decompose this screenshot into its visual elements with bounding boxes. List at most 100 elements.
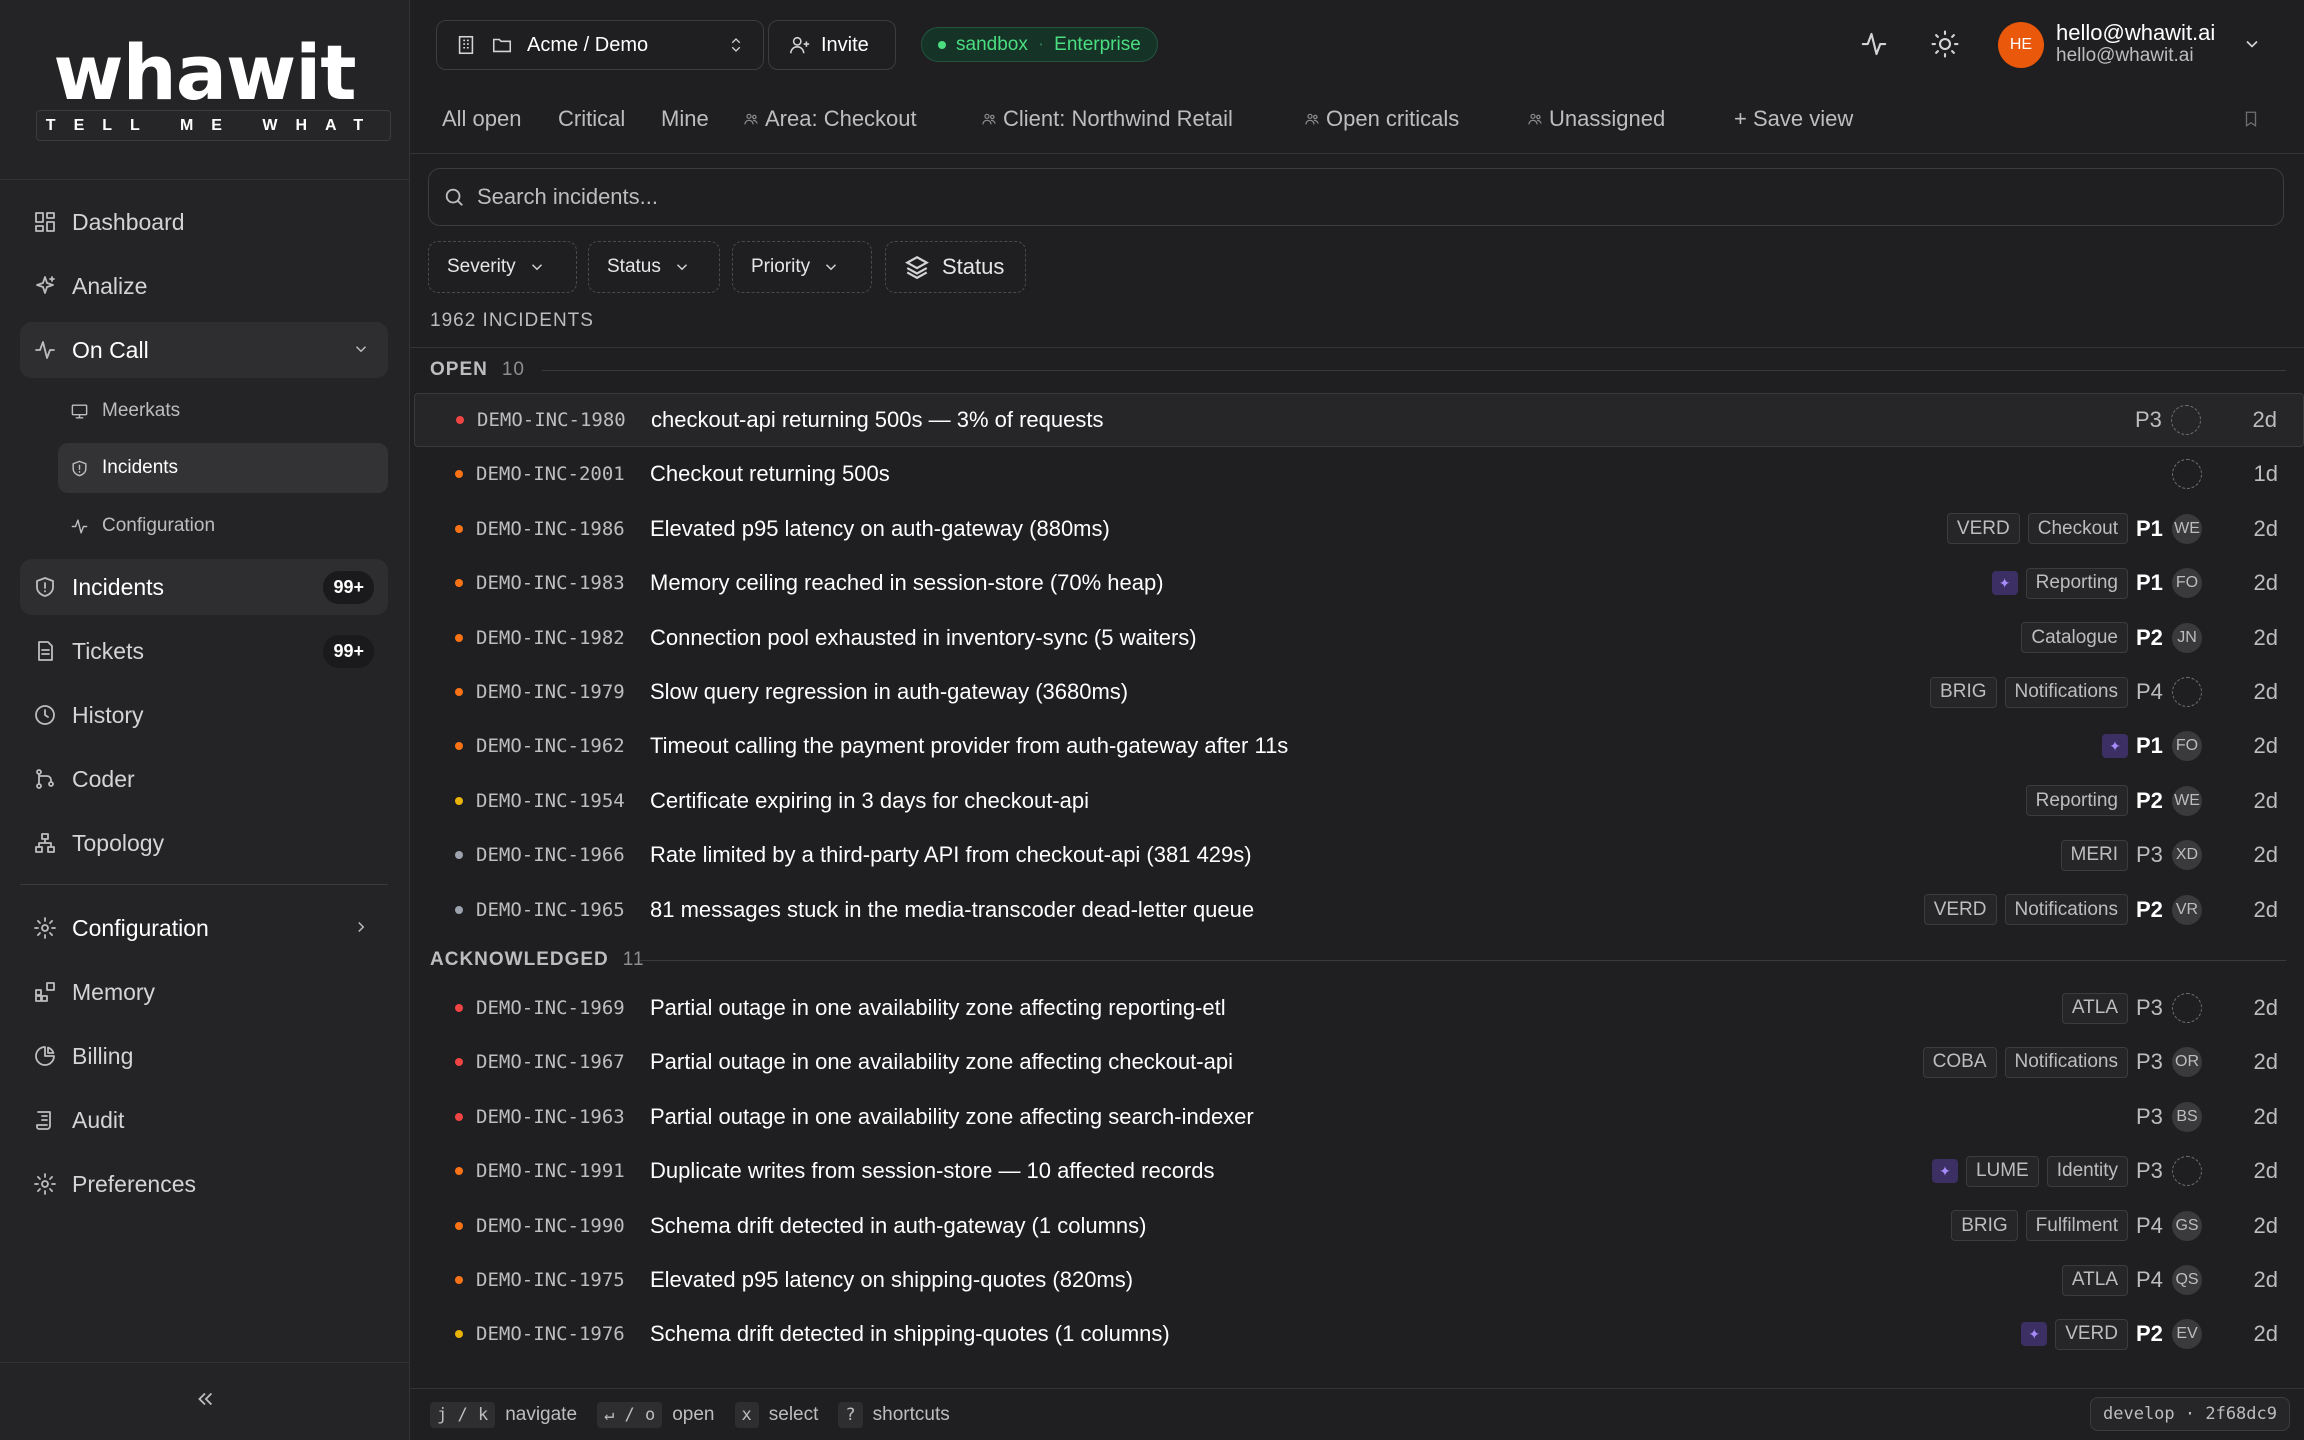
sidebar-subitem-meerkats[interactable]: Meerkats	[58, 386, 388, 436]
severity-dot	[455, 905, 463, 914]
unassigned-avatar[interactable]	[2172, 993, 2202, 1023]
incident-row[interactable]: DEMO-INC-2001 Checkout returning 500s 1d	[414, 447, 2304, 501]
assignee-avatar[interactable]: XD	[2172, 840, 2202, 871]
filter-priority[interactable]: Priority	[732, 241, 872, 293]
incident-row[interactable]: DEMO-INC-1991 Duplicate writes from sessi…	[414, 1144, 2304, 1198]
shield-icon	[32, 574, 58, 600]
incident-row[interactable]: DEMO-INC-1965 81 messages stuck in the me…	[414, 883, 2304, 937]
sidebar-item-preferences[interactable]: Preferences	[20, 1156, 388, 1212]
main-panel: Acme / Demo Invite sandbox · Enterprise …	[410, 0, 2304, 1440]
assignee-avatar[interactable]: JN	[2172, 622, 2202, 653]
unassigned-avatar[interactable]	[2172, 677, 2202, 707]
sidebar-item-analize[interactable]: Analize	[20, 258, 388, 314]
sidebar-item-coder[interactable]: Coder	[20, 751, 388, 807]
incident-row[interactable]: DEMO-INC-1962 Timeout calling the payment…	[414, 719, 2304, 773]
view-tab-all-open[interactable]: All open	[442, 106, 522, 132]
env-name: sandbox	[956, 33, 1028, 55]
incident-row[interactable]: DEMO-INC-1990 Schema drift detected in au…	[414, 1199, 2304, 1253]
user-menu[interactable]: hello@whawit.ai hello@whawit.ai	[2056, 20, 2215, 66]
unassigned-avatar[interactable]	[2172, 1156, 2202, 1187]
assignee-avatar[interactable]: EV	[2172, 1319, 2202, 1350]
sidebar-item-dashboard[interactable]: Dashboard	[20, 194, 388, 250]
group-by-status[interactable]: Status	[885, 241, 1026, 293]
view-tab-client-northwind[interactable]: Client: Northwind Retail	[981, 106, 1233, 132]
incident-row[interactable]: DEMO-INC-1980 checkout-api returning 500s…	[414, 393, 2304, 447]
incident-row[interactable]: DEMO-INC-1986 Elevated p95 latency on aut…	[414, 502, 2304, 556]
view-tab-mine[interactable]: Mine	[661, 106, 709, 132]
incident-row[interactable]: DEMO-INC-1963 Partial outage in one avail…	[414, 1090, 2304, 1144]
filter-severity[interactable]: Severity	[428, 241, 577, 293]
assignee-avatar[interactable]: BS	[2172, 1101, 2202, 1132]
incident-row[interactable]: DEMO-INC-1975 Elevated p95 latency on shi…	[414, 1253, 2304, 1307]
assignee-avatar[interactable]: OR	[2172, 1047, 2202, 1078]
severity-dot	[455, 796, 463, 805]
view-tab-area-checkout[interactable]: Area: Checkout	[743, 106, 917, 132]
assignee-avatar[interactable]: FO	[2172, 568, 2202, 599]
group-header-open[interactable]: OPEN 10	[430, 355, 2286, 385]
incident-title: Connection pool exhausted in inventory-s…	[650, 624, 1197, 650]
search-icon	[445, 188, 463, 206]
assignee-avatar[interactable]: QS	[2172, 1265, 2202, 1295]
sidebar-item-history[interactable]: History	[20, 687, 388, 743]
incident-row[interactable]: DEMO-INC-1976 Schema drift detected in sh…	[414, 1307, 2304, 1361]
sidebar-item-memory[interactable]: Memory	[20, 964, 388, 1020]
priority-label: P3	[2136, 842, 2163, 868]
incident-row[interactable]: DEMO-INC-1954 Certificate expiring in 3 d…	[414, 774, 2304, 828]
user-email: hello@whawit.ai	[2056, 45, 2194, 66]
assignee-avatar[interactable]: WE	[2172, 513, 2202, 544]
sidebar-item-audit[interactable]: Audit	[20, 1092, 388, 1148]
logo-tagline: TELL ME WHAT	[35, 110, 392, 141]
filter-status[interactable]: Status	[588, 241, 720, 293]
save-view-button[interactable]: + Save view	[1734, 106, 1853, 132]
assignee-avatar[interactable]: FO	[2172, 731, 2202, 762]
assignee-avatar[interactable]: GS	[2172, 1210, 2202, 1241]
assignee-avatar[interactable]: WE	[2172, 785, 2202, 816]
incident-row[interactable]: DEMO-INC-1966 Rate limited by a third-par…	[414, 828, 2304, 882]
incident-tag: ATLA	[2061, 992, 2128, 1024]
view-tab-critical[interactable]: Critical	[558, 106, 625, 132]
brand-logo[interactable]: whawit TELL ME WHAT	[0, 0, 409, 180]
incident-age: 2d	[2253, 896, 2278, 922]
sidebar-item-tickets[interactable]: Tickets 99+	[20, 623, 388, 679]
env-status-dot	[938, 40, 946, 49]
building-icon	[458, 35, 474, 55]
search-input[interactable]	[477, 184, 2177, 210]
incident-id: DEMO-INC-1980	[477, 409, 626, 431]
group-label: ACKNOWLEDGED	[430, 949, 609, 970]
environment-badge: sandbox · Enterprise	[921, 27, 1158, 62]
assignee-avatar[interactable]: VR	[2172, 894, 2202, 925]
incident-row[interactable]: DEMO-INC-1969 Partial outage in one avail…	[414, 981, 2304, 1035]
incident-row[interactable]: DEMO-INC-1967 Partial outage in one avail…	[414, 1035, 2304, 1089]
incident-row[interactable]: DEMO-INC-1983 Memory ceiling reached in s…	[414, 556, 2304, 610]
collapse-sidebar-button[interactable]	[0, 1362, 410, 1440]
invite-button[interactable]: Invite	[768, 20, 896, 70]
sidebar-subitem-incidents[interactable]: Incidents	[58, 443, 388, 493]
clock-icon	[32, 702, 58, 728]
sidebar-item-billing[interactable]: Billing	[20, 1028, 388, 1084]
sidebar-item-configuration[interactable]: Configuration	[20, 900, 388, 956]
unassigned-avatar[interactable]	[2171, 405, 2201, 435]
view-tab-unassigned[interactable]: Unassigned	[1527, 106, 1665, 132]
view-tab-open-criticals[interactable]: Open criticals	[1304, 106, 1459, 132]
avatar[interactable]: HE	[1998, 22, 2044, 68]
unassigned-avatar[interactable]	[2172, 459, 2202, 490]
chevron-down-icon[interactable]	[2242, 34, 2262, 59]
sidebar-item-on-call[interactable]: On Call	[20, 322, 388, 378]
priority-label: P2	[2136, 1321, 2163, 1347]
incident-row[interactable]: DEMO-INC-1982 Connection pool exhausted i…	[414, 611, 2304, 665]
org-switcher[interactable]: Acme / Demo	[436, 20, 764, 70]
incident-row[interactable]: DEMO-INC-1979 Slow query regression in au…	[414, 665, 2304, 719]
incident-tag: VERD	[1946, 513, 2020, 545]
sidebar-item-label: On Call	[72, 336, 149, 363]
incident-age: 2d	[2253, 842, 2278, 868]
activity-button[interactable]	[1854, 24, 1894, 64]
sidebar-subitem-configuration[interactable]: Configuration	[58, 501, 388, 551]
group-header-acknowledged[interactable]: ACKNOWLEDGED 11	[430, 945, 2286, 975]
sidebar-item-incidents[interactable]: Incidents 99+	[20, 559, 388, 615]
bookmark-icon[interactable]	[2242, 110, 2260, 133]
theme-toggle[interactable]	[1925, 24, 1965, 64]
kbd: j / k	[430, 1401, 496, 1428]
logo-text: whawit	[53, 28, 356, 117]
sidebar-item-topology[interactable]: Topology	[20, 815, 388, 871]
search-bar[interactable]	[428, 168, 2284, 226]
